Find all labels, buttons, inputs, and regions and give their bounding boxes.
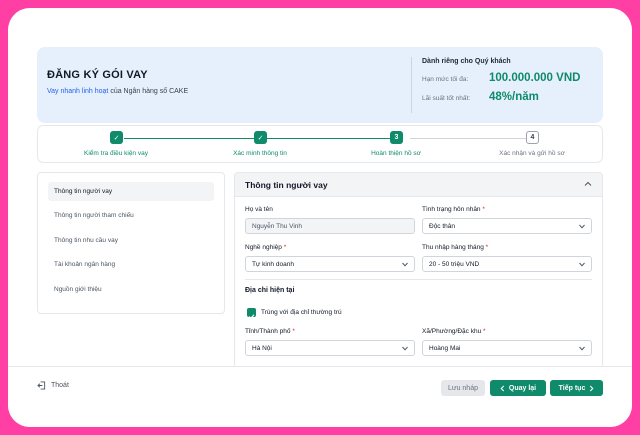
step-3-number: 3: [390, 131, 403, 144]
sidebar-item-loan-need[interactable]: Thông tin nhu cầu vay: [48, 231, 214, 250]
subtitle-text: của Ngân hàng số CAKE: [108, 88, 189, 95]
step-connector: [410, 138, 526, 139]
chevron-left-icon: [500, 385, 505, 391]
rate-value: 48%/năm: [489, 91, 539, 103]
panel-header[interactable]: Thông tin người vay: [235, 173, 602, 197]
chevron-down-icon: [579, 346, 585, 351]
section-divider: [245, 279, 592, 280]
banner-divider: [411, 57, 412, 113]
monthly-income-label: Thu nhập hàng tháng *: [422, 244, 489, 251]
province-label: Tỉnh/Thành phố *: [245, 328, 295, 335]
app-window: ĐĂNG KÝ GÓI VAY Vay nhanh linh hoạt của …: [8, 8, 632, 427]
action-footer: Thoát Lưu nháp Quay lại Tiếp tục: [8, 366, 632, 427]
chevron-right-icon: [590, 385, 594, 391]
borrower-form-panel: Thông tin người vay Họ và tên Nguyễn Thu…: [234, 172, 603, 372]
step-3-label: Hoàn thiện hồ sơ: [371, 150, 421, 157]
step-4-number: 4: [526, 131, 539, 144]
continue-label: Tiếp tục: [558, 384, 586, 392]
occupation-select[interactable]: Tự kinh doanh: [245, 256, 415, 272]
offer-title: Dành riêng cho Quý khách: [422, 58, 511, 65]
sidebar-item-borrower-info[interactable]: Thông tin người vay: [48, 182, 214, 201]
chevron-down-icon: [579, 262, 585, 267]
sidebar-item-referral-source[interactable]: Nguồn giới thiệu: [48, 280, 214, 299]
fullname-field: Nguyễn Thu Vinh: [245, 218, 415, 234]
back-button[interactable]: Quay lại: [490, 380, 546, 396]
subtitle-link[interactable]: Vay nhanh linh hoạt: [47, 88, 108, 95]
step-1-check-icon: ✓: [110, 131, 123, 144]
sidebar-item-bank-account[interactable]: Tài khoản ngân hàng: [48, 255, 214, 274]
step-1-label: Kiểm tra điều kiện vay: [84, 150, 148, 157]
step-2-check-icon: ✓: [254, 131, 267, 144]
page-subtitle: Vay nhanh linh hoạt của Ngân hàng số CAK…: [47, 88, 188, 95]
marital-status-label: Tình trạng hôn nhân *: [422, 206, 485, 213]
ward-select[interactable]: Hoàng Mai: [422, 340, 592, 356]
ward-value: Hoàng Mai: [429, 344, 461, 352]
save-draft-button[interactable]: Lưu nháp: [441, 380, 485, 396]
step-4-label: Xác nhận và gửi hồ sơ: [499, 150, 565, 157]
chevron-down-icon: [579, 224, 585, 229]
current-address-heading: Địa chỉ hiện tại: [245, 287, 295, 294]
exit-button[interactable]: Thoát: [37, 381, 69, 390]
marital-status-select[interactable]: Độc thân: [422, 218, 592, 234]
marital-status-value: Độc thân: [429, 222, 456, 230]
continue-button[interactable]: Tiếp tục: [550, 380, 603, 396]
step-connector: [124, 138, 254, 139]
province-select[interactable]: Hà Nội: [245, 340, 415, 356]
ward-label: Xã/Phường/Đặc khu *: [422, 328, 486, 335]
province-value: Hà Nội: [252, 344, 272, 352]
step-2-label: Xác minh thông tin: [233, 150, 287, 157]
limit-label: Hạn mức tối đa:: [422, 76, 469, 83]
monthly-income-select[interactable]: 20 - 50 triệu VND: [422, 256, 592, 272]
back-label: Quay lại: [508, 384, 537, 392]
section-sidebar: Thông tin người vay Thông tin người tham…: [37, 172, 225, 314]
chevron-up-icon[interactable]: [584, 180, 592, 188]
monthly-income-value: 20 - 50 triệu VND: [429, 260, 480, 268]
same-address-checkbox[interactable]: [247, 308, 256, 320]
checkmark-icon: [248, 314, 255, 320]
limit-value: 100.000.000 VND: [489, 72, 581, 84]
occupation-label: Nghề nghiệp *: [245, 244, 287, 251]
fullname-label: Họ và tên: [245, 206, 273, 213]
same-address-label: Trùng với địa chỉ thường trú: [261, 309, 342, 316]
exit-icon: [37, 381, 46, 390]
page-title: ĐĂNG KÝ GÓI VAY: [47, 69, 148, 81]
step-connector: [267, 138, 397, 139]
progress-stepper: ✓ Kiểm tra điều kiện vay ✓ Xác minh thôn…: [37, 125, 603, 163]
panel-title: Thông tin người vay: [245, 180, 328, 190]
chevron-down-icon: [402, 262, 408, 267]
occupation-value: Tự kinh doanh: [252, 260, 294, 268]
chevron-down-icon: [402, 346, 408, 351]
loan-banner: ĐĂNG KÝ GÓI VAY Vay nhanh linh hoạt của …: [37, 47, 603, 123]
rate-label: Lãi suất tốt nhất:: [422, 95, 471, 102]
exit-label: Thoát: [51, 382, 69, 389]
sidebar-item-reference-info[interactable]: Thông tin người tham chiếu: [48, 206, 214, 225]
